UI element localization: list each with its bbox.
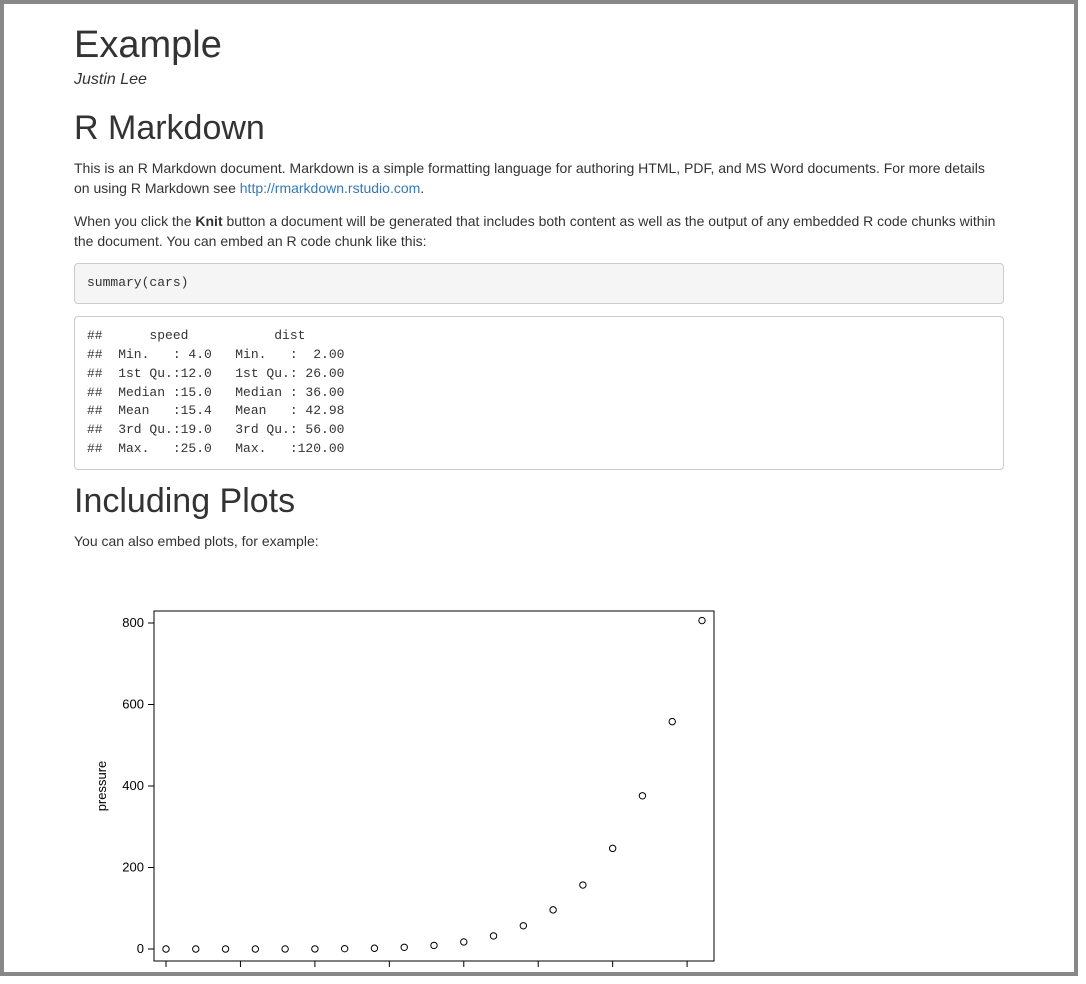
svg-text:800: 800 (122, 615, 144, 630)
paragraph-text: . (420, 180, 424, 196)
svg-text:100: 100 (304, 971, 326, 976)
paragraph-knit: When you click the Knit button a documen… (74, 211, 1004, 252)
svg-text:0: 0 (137, 941, 144, 956)
paragraph-text: This is an R Markdown document. Markdown… (74, 160, 985, 196)
paragraph-text: When you click the (74, 213, 195, 229)
svg-text:0: 0 (162, 971, 169, 976)
paragraph-plots: You can also embed plots, for example: (74, 531, 1004, 551)
paragraph-intro: This is an R Markdown document. Markdown… (74, 158, 1004, 199)
knit-word: Knit (195, 213, 222, 229)
code-chunk-input: summary(cars) (74, 263, 1004, 304)
pressure-plot: 0 50 100 150 200 250 300 350 0 200 400 600 800 pressu… (74, 591, 1004, 976)
doc-title: Example (74, 24, 1004, 67)
svg-text:600: 600 (122, 697, 144, 712)
svg-text:350: 350 (676, 971, 698, 976)
svg-text:400: 400 (122, 778, 144, 793)
svg-text:250: 250 (527, 971, 549, 976)
svg-text:300: 300 (602, 971, 624, 976)
svg-text:200: 200 (122, 860, 144, 875)
svg-text:150: 150 (378, 971, 400, 976)
svg-text:pressure: pressure (94, 761, 109, 812)
scatter-plot-svg: 0 50 100 150 200 250 300 350 0 200 400 600 800 pressu… (74, 591, 734, 976)
section-heading-rmarkdown: R Markdown (74, 109, 1004, 148)
svg-text:50: 50 (233, 971, 247, 976)
rmarkdown-link[interactable]: http://rmarkdown.rstudio.com (240, 180, 421, 196)
code-chunk-output: ## speed dist ## Min. : 4.0 Min. : 2.00 … (74, 316, 1004, 470)
section-heading-plots: Including Plots (74, 482, 1004, 521)
doc-author: Justin Lee (74, 71, 1004, 89)
svg-text:200: 200 (453, 971, 475, 976)
